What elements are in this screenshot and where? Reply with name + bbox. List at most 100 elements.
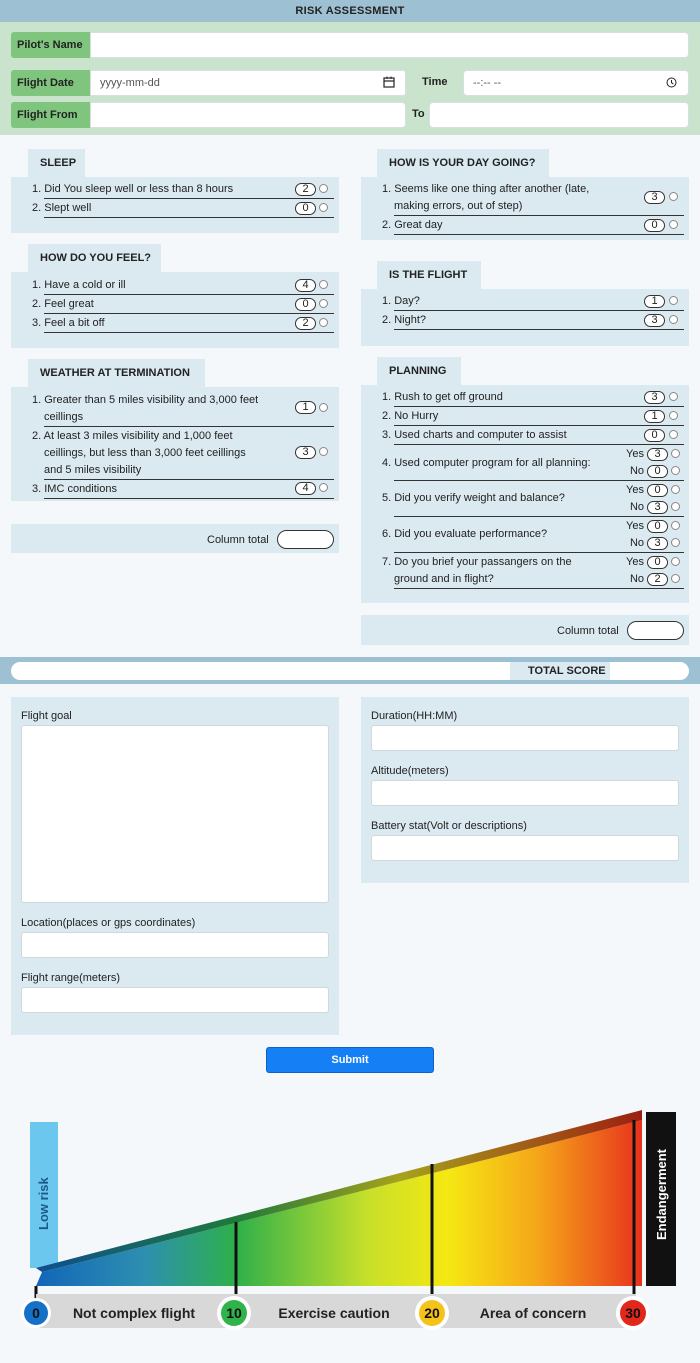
planning-item-5-no-label: No xyxy=(629,501,644,513)
left-column-total-label: Column total xyxy=(207,534,269,546)
marker-10-label: 10 xyxy=(226,1305,242,1321)
right-column-total-label: Column total xyxy=(557,625,619,637)
planning-item-5-yes-radio[interactable] xyxy=(671,485,680,494)
right-column-total-field[interactable] xyxy=(627,621,684,640)
feel-item-3-radio[interactable] xyxy=(319,318,328,327)
planning-item-2-radio[interactable] xyxy=(669,411,678,420)
altitude-label: Altitude(meters) xyxy=(371,765,449,777)
flight-item-day-radio[interactable] xyxy=(669,296,678,305)
feel-item-1-radio[interactable] xyxy=(319,280,328,289)
low-risk-label: Low risk xyxy=(36,1176,51,1230)
day-item-2-radio[interactable] xyxy=(669,220,678,229)
location-input[interactable] xyxy=(21,932,329,958)
sleep-item-2-score: 0 xyxy=(295,202,316,215)
flight-title: IS THE FLIGHT xyxy=(377,261,481,289)
duration-input[interactable] xyxy=(371,725,679,751)
flight-range-label: Flight range(meters) xyxy=(21,972,121,984)
planning-item-4-yes-radio[interactable] xyxy=(671,449,680,458)
page-title: RISK ASSESSMENT xyxy=(0,0,700,22)
planning-item-6-no-score: 3 xyxy=(647,537,668,550)
sleep-item-2: 2. Slept well xyxy=(32,202,92,214)
planning-item-1: 1. Rush to get off ground xyxy=(382,391,503,403)
day-item-1-line1: 1. Seems like one thing after another (l… xyxy=(382,183,590,195)
planning-item-7-no-radio[interactable] xyxy=(671,574,680,583)
planning-item-2-score: 1 xyxy=(644,410,665,423)
time-label: Time xyxy=(422,76,448,88)
weather-item-2-line2: ceillings, but less than 3,000 feet ceil… xyxy=(44,447,246,459)
clock-icon[interactable] xyxy=(666,77,677,88)
day-item-1-score: 3 xyxy=(644,191,665,204)
planning-item-5-yes-label: Yes xyxy=(626,484,644,496)
planning-item-7-yes-score: 0 xyxy=(647,556,668,569)
flight-goal-label: Flight goal xyxy=(21,710,72,722)
calendar-icon[interactable] xyxy=(383,76,395,88)
pilot-name-input[interactable] xyxy=(90,32,689,58)
planning-item-6-no-radio[interactable] xyxy=(671,538,680,547)
planning-item-4-no-score: 0 xyxy=(647,465,668,478)
feel-title: HOW DO YOU FEEL? xyxy=(28,244,161,272)
day-item-2-score: 0 xyxy=(644,219,665,232)
sleep-item-1-score: 2 xyxy=(295,183,316,196)
weather-item-1-line2: ceillings xyxy=(44,411,84,423)
planning-item-3-radio[interactable] xyxy=(669,430,678,439)
planning-item-5-no-radio[interactable] xyxy=(671,502,680,511)
sleep-item-1-radio[interactable] xyxy=(319,184,328,193)
day-item-1-radio[interactable] xyxy=(669,192,678,201)
flight-range-input[interactable] xyxy=(21,987,329,1013)
planning-item-3: 3. Used charts and computer to assist xyxy=(382,429,567,441)
weather-item-1-score: 1 xyxy=(295,401,316,414)
marker-0-label: 0 xyxy=(32,1305,40,1321)
planning-item-4-no-label: No xyxy=(629,465,644,477)
planning-item-4-yes-label: Yes xyxy=(626,448,644,460)
time-input[interactable]: --:-- -- xyxy=(463,70,689,96)
day-title: HOW IS YOUR DAY GOING? xyxy=(377,149,549,177)
planning-item-1-radio[interactable] xyxy=(669,392,678,401)
endangerment-label: Endangerment xyxy=(654,1148,669,1240)
duration-label: Duration(HH:MM) xyxy=(371,710,458,722)
flight-date-input[interactable]: yyyy-mm-dd xyxy=(90,70,406,96)
planning-item-5-yes-score: 0 xyxy=(647,484,668,497)
flight-date-label: Flight Date xyxy=(11,70,91,96)
altitude-input[interactable] xyxy=(371,780,679,806)
flight-item-night-radio[interactable] xyxy=(669,315,678,324)
to-label: To xyxy=(412,108,425,120)
flight-to-input[interactable] xyxy=(429,102,689,128)
risk-assessment-page: RISK ASSESSMENT Pilot's Name Flight Date… xyxy=(0,0,700,1363)
zone-not-complex: Not complex flight xyxy=(73,1305,195,1321)
weather-item-3-score: 4 xyxy=(295,482,316,495)
planning-item-6-no-label: No xyxy=(629,537,644,549)
submit-button[interactable]: Submit xyxy=(266,1047,434,1073)
flight-goal-textarea[interactable] xyxy=(21,725,329,903)
weather-item-2-radio[interactable] xyxy=(319,447,328,456)
planning-item-6-yes-label: Yes xyxy=(626,520,644,532)
planning-item-6-yes-score: 0 xyxy=(647,520,668,533)
risk-wedge xyxy=(36,1120,642,1286)
weather-item-2-score: 3 xyxy=(295,446,316,459)
sleep-item-2-radio[interactable] xyxy=(319,203,328,212)
planning-item-7-line2: ground and in flight? xyxy=(394,573,494,585)
planning-item-4-no-radio[interactable] xyxy=(671,466,680,475)
flight-from-input[interactable] xyxy=(90,102,406,128)
flight-from-label: Flight From xyxy=(11,102,91,128)
day-item-1-line2: making errors, out of step) xyxy=(394,200,523,212)
planning-title: PLANNING xyxy=(377,357,461,385)
weather-item-3: 3. IMC conditions xyxy=(32,483,117,495)
feel-item-1-score: 4 xyxy=(295,279,316,292)
left-column-total-field[interactable] xyxy=(277,530,334,549)
feel-item-2-radio[interactable] xyxy=(319,299,328,308)
planning-item-4: 4. Used computer program for all plannin… xyxy=(382,457,591,469)
weather-item-2-line1: 2. At least 3 miles visibility and 1,000… xyxy=(32,430,233,442)
risk-gauge: Low risk Endangerment Not complex flight… xyxy=(21,1110,676,1330)
battery-label: Battery stat(Volt or descriptions) xyxy=(371,820,527,832)
weather-item-3-radio[interactable] xyxy=(319,483,328,492)
weather-title: WEATHER AT TERMINATION xyxy=(28,359,205,387)
planning-item-7-no-score: 2 xyxy=(647,573,668,586)
battery-input[interactable] xyxy=(371,835,679,861)
weather-item-1-line1: 1. Greater than 5 miles visibility and 3… xyxy=(32,394,259,406)
flight-item-night: 2. Night? xyxy=(382,314,427,326)
planning-item-6-yes-radio[interactable] xyxy=(671,521,680,530)
weather-item-1-radio[interactable] xyxy=(319,403,328,412)
planning-item-7-yes-radio[interactable] xyxy=(671,557,680,566)
planning-item-5-no-score: 3 xyxy=(647,501,668,514)
sleep-item-1: 1. Did You sleep well or less than 8 hou… xyxy=(32,183,234,195)
